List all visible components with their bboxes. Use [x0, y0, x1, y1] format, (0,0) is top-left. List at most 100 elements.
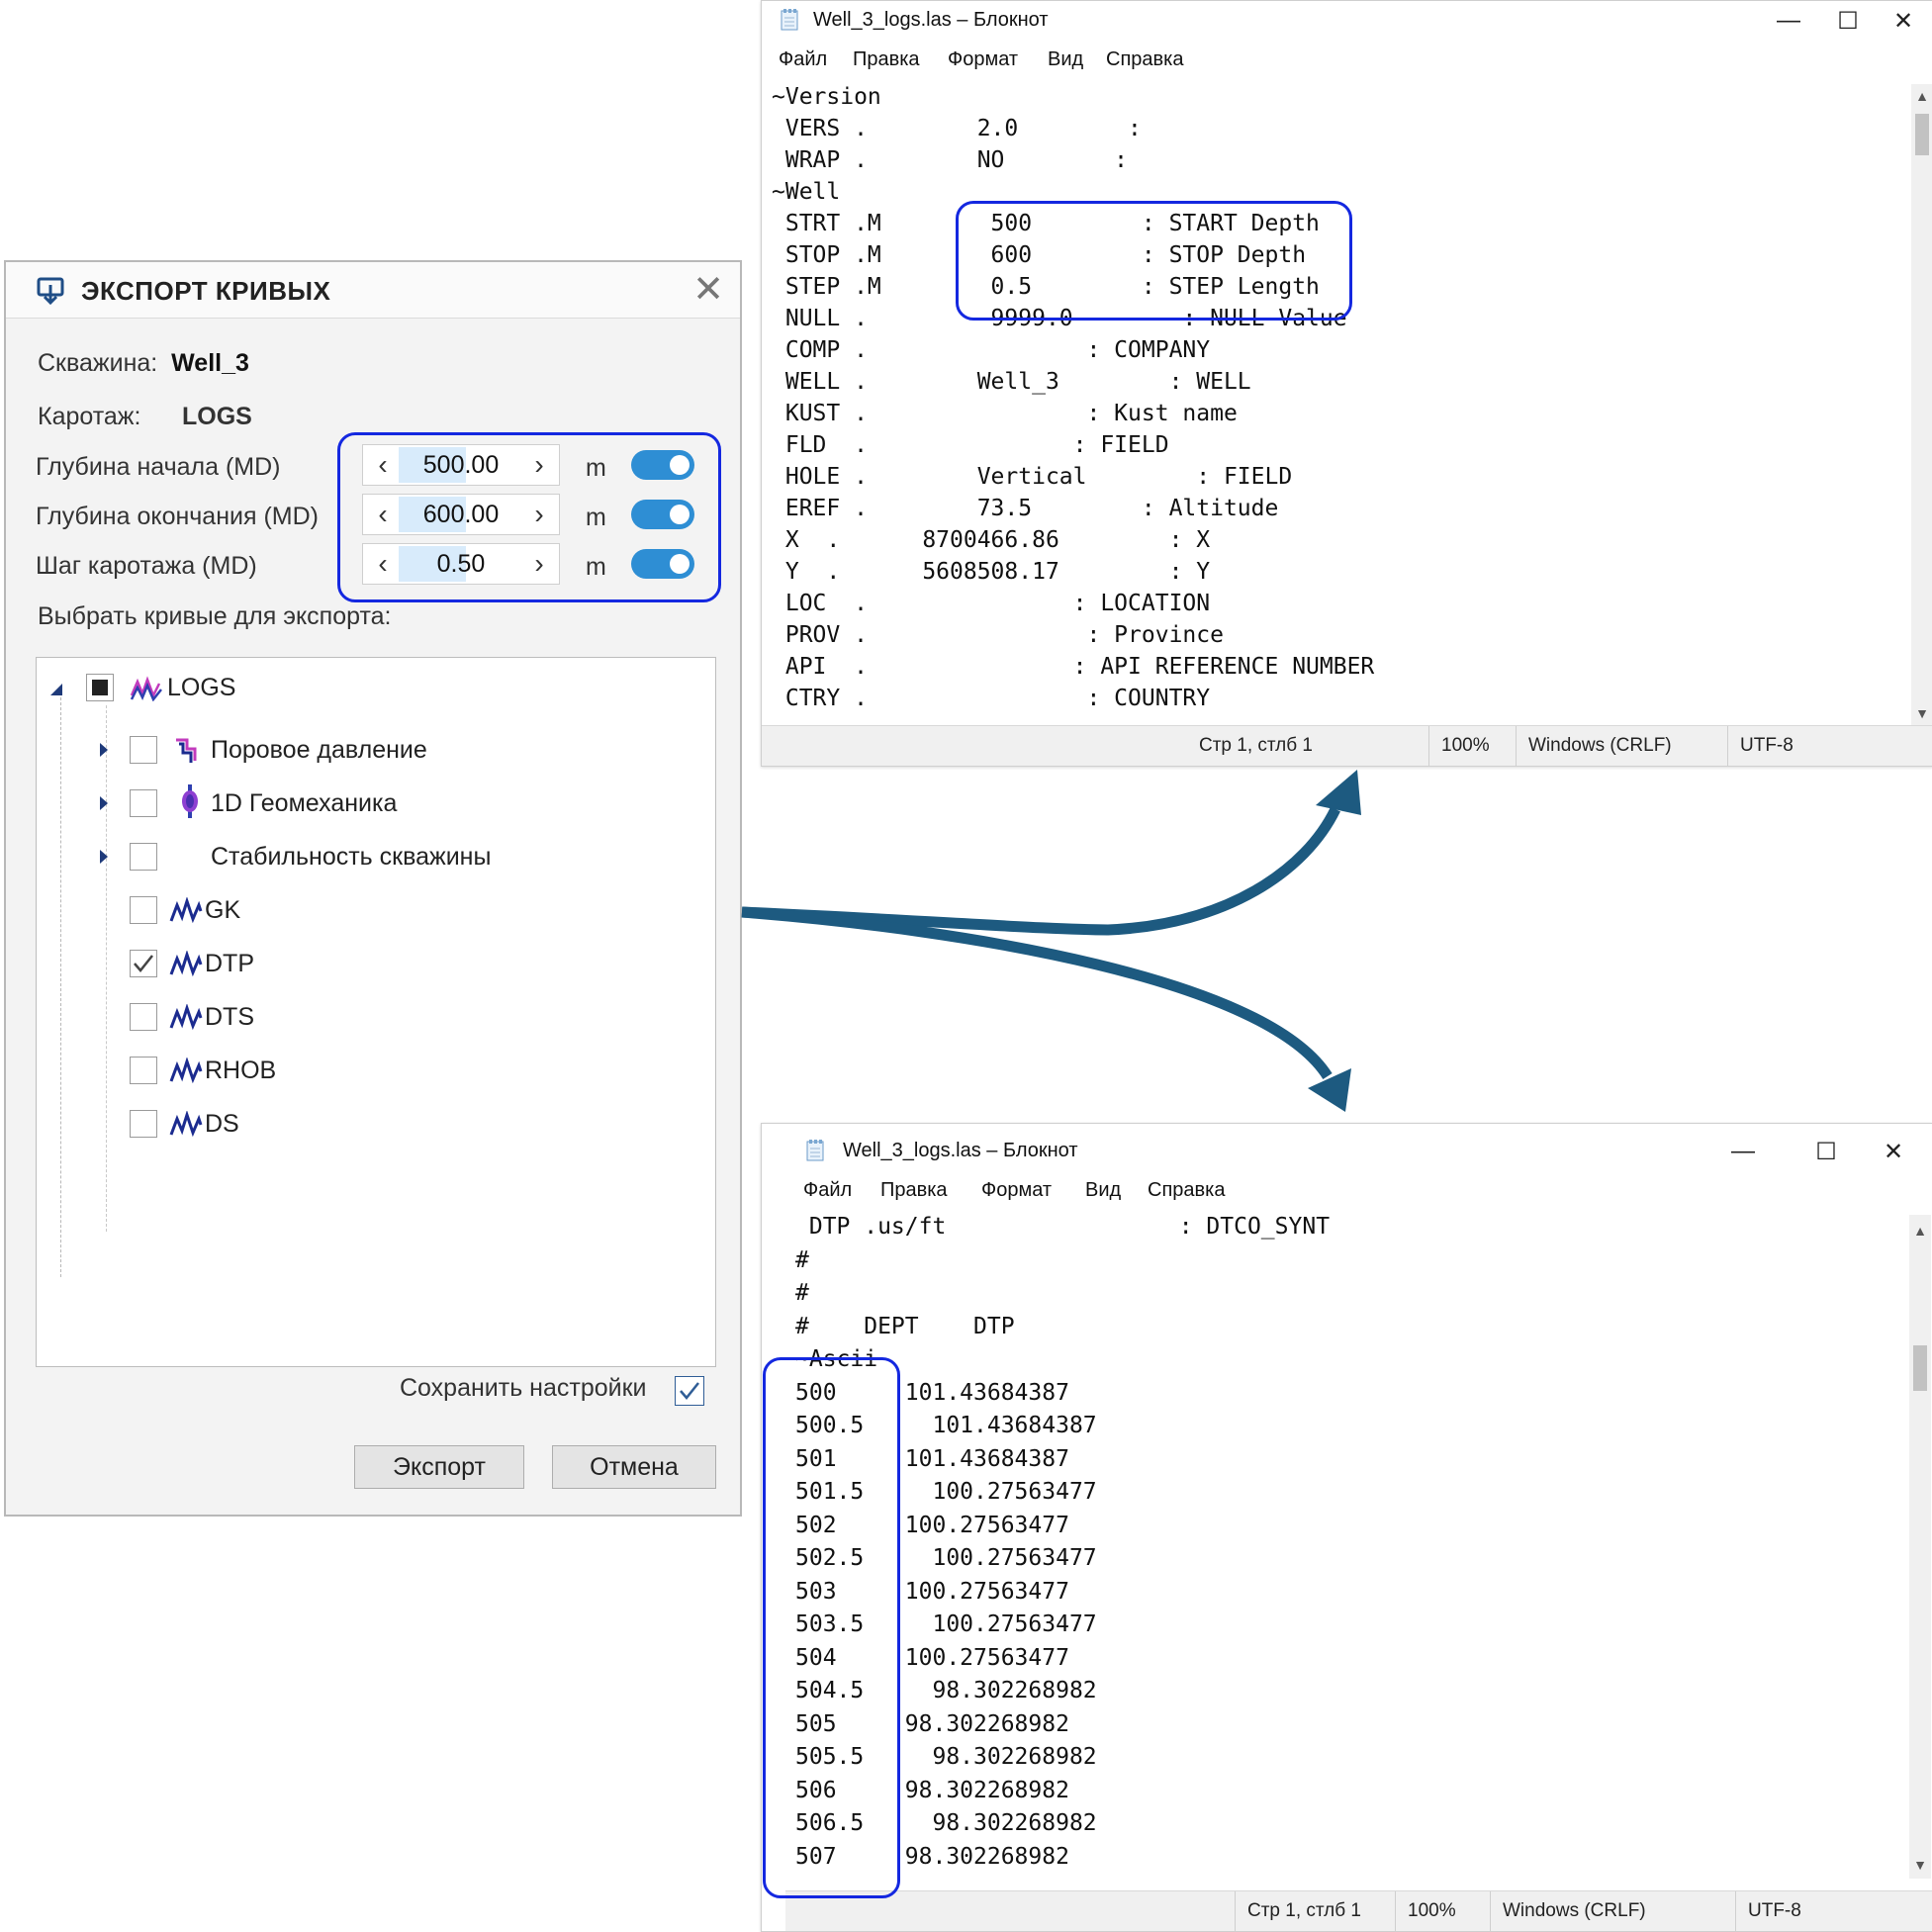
vertical-scrollbar[interactable]: ▲ ▼ [1911, 84, 1932, 725]
curve-icon [169, 897, 203, 923]
close-button[interactable]: ✕ [1874, 1, 1932, 41]
select-curves-label: Выбрать кривые для экспорта: [38, 602, 392, 630]
collapse-icon[interactable] [50, 684, 62, 695]
root-label[interactable]: LOGS [167, 674, 235, 702]
text-line: ~Well [772, 179, 841, 205]
scroll-thumb[interactable] [1915, 114, 1929, 155]
minimize-button[interactable]: — [1713, 1132, 1773, 1171]
expand-icon[interactable] [100, 796, 108, 810]
group-checkbox[interactable] [130, 789, 157, 817]
group-checkbox[interactable] [130, 843, 157, 871]
menu-format[interactable]: Формат [981, 1179, 1052, 1202]
arrow-head-top [1316, 770, 1361, 815]
window-title: Well_3_logs.las – Блокнот [813, 9, 1049, 31]
text-area[interactable]: ~Version VERS . 2.0 : WRAP . NO : ~Well S… [762, 80, 1911, 721]
well-value: Well_3 [171, 349, 249, 377]
logs-icon [130, 674, 163, 701]
text-line: CTRY . : COUNTRY [772, 686, 1211, 711]
status-eol: Windows (CRLF) [1490, 1891, 1646, 1931]
curve-label[interactable]: DTS [205, 1003, 254, 1032]
menu-view[interactable]: Вид [1085, 1179, 1121, 1202]
title-bar: Well_3_logs.las – Блокнот — ☐ ✕ [762, 1132, 1932, 1171]
group-checkbox[interactable] [130, 736, 157, 764]
curve-icon [169, 951, 203, 976]
status-position: Стр 1, стлб 1 [1199, 735, 1313, 756]
notepad-icon [805, 1139, 827, 1162]
text-line: COMP . : COMPANY [772, 337, 1211, 363]
las-depth-highlight [956, 201, 1352, 321]
text-line: WELL . Well_3 : WELL [772, 369, 1251, 395]
curves-tree: LOGS Поровое давление 1D Геомеханика Ста… [36, 657, 716, 1367]
menu-help[interactable]: Справка [1106, 48, 1183, 71]
geomechanics-icon [179, 784, 201, 818]
log-value: LOGS [182, 403, 252, 430]
curve-checkbox-gk[interactable] [130, 896, 157, 924]
status-eol: Windows (CRLF) [1516, 726, 1672, 766]
expand-icon[interactable] [100, 850, 108, 864]
expand-icon[interactable] [100, 743, 108, 757]
curve-label[interactable]: GK [205, 896, 240, 925]
dialog-title: ЭКСПОРТ КРИВЫХ [81, 276, 331, 306]
tree-guide-line [106, 705, 107, 1232]
dialog-close-icon[interactable]: ✕ [689, 270, 728, 310]
text-line: PROV . : Province [772, 622, 1224, 648]
text-line: WRAP . NO : [772, 147, 1129, 173]
status-bar: Стр 1, стлб 1 100% Windows (CRLF) UTF-8 [785, 1890, 1932, 1931]
scroll-up-icon[interactable]: ▲ [1909, 1223, 1931, 1239]
maximize-button[interactable]: ☐ [1818, 1, 1878, 41]
curve-label[interactable]: DTP [205, 950, 254, 978]
menu-view[interactable]: Вид [1048, 48, 1083, 71]
curve-checkbox-ds[interactable] [130, 1110, 157, 1138]
menu-file[interactable]: Файл [803, 1179, 852, 1202]
scroll-down-icon[interactable]: ▼ [1911, 705, 1932, 721]
text-line: API . : API REFERENCE NUMBER [772, 654, 1375, 680]
minimize-button[interactable]: — [1759, 1, 1818, 41]
curve-checkbox-dts[interactable] [130, 1003, 157, 1031]
menu-file[interactable]: Файл [779, 48, 827, 71]
pore-pressure-icon [173, 735, 203, 765]
curve-label[interactable]: DS [205, 1110, 239, 1139]
export-button[interactable]: Экспорт [354, 1445, 524, 1489]
end-depth-label: Глубина окончания (MD) [36, 503, 319, 530]
curve-checkbox-rhob[interactable] [130, 1057, 157, 1084]
arrow-to-bottom-notepad [741, 906, 1333, 1079]
well-label: Скважина: Well_3 [38, 349, 249, 377]
title-bar: Well_3_logs.las – Блокнот — ☐ ✕ [762, 1, 1932, 41]
text-line: # [795, 1246, 809, 1273]
curve-label[interactable]: RHOB [205, 1057, 276, 1085]
curve-checkbox-dtp[interactable] [130, 950, 157, 977]
maximize-button[interactable]: ☐ [1796, 1132, 1856, 1171]
text-line: ~Version [772, 84, 881, 110]
text-line: # [795, 1280, 809, 1306]
export-icon [36, 276, 65, 306]
notepad-window-bottom: Well_3_logs.las – Блокнот — ☐ ✕ Файл Пра… [761, 1123, 1932, 1932]
group-label[interactable]: Стабильность скважины [211, 843, 491, 872]
vertical-scrollbar[interactable]: ▲ ▼ [1909, 1215, 1931, 1879]
scroll-thumb[interactable] [1913, 1345, 1927, 1391]
status-bar: Стр 1, стлб 1 100% Windows (CRLF) UTF-8 [762, 725, 1932, 766]
text-area[interactable]: DTP .us/ft : DTCO_SYNT # # # DEPT DTP ~Ascii… [785, 1212, 1911, 1879]
save-settings-checkbox[interactable] [675, 1376, 704, 1406]
curve-icon [169, 1004, 203, 1030]
scroll-down-icon[interactable]: ▼ [1909, 1857, 1931, 1873]
tree-guide-line [60, 697, 61, 1277]
menu-format[interactable]: Формат [948, 48, 1018, 71]
step-label: Шаг каротажа (MD) [36, 552, 257, 580]
group-label[interactable]: 1D Геомеханика [211, 789, 397, 818]
text-line: KUST . : Kust name [772, 401, 1238, 426]
window-title: Well_3_logs.las – Блокнот [843, 1140, 1078, 1161]
menu-edit[interactable]: Правка [880, 1179, 948, 1202]
group-label[interactable]: Поровое давление [211, 736, 427, 765]
scroll-up-icon[interactable]: ▲ [1911, 88, 1932, 104]
text-line: EREF . 73.5 : Altitude [772, 496, 1279, 521]
text-line: # DEPT DTP [795, 1313, 1015, 1339]
root-checkbox[interactable] [86, 674, 114, 701]
curve-icon [169, 1058, 203, 1083]
close-button[interactable]: ✕ [1864, 1132, 1923, 1171]
arrow-to-top-notepad [741, 806, 1340, 936]
cancel-button[interactable]: Отмена [552, 1445, 716, 1489]
menu-help[interactable]: Справка [1148, 1179, 1225, 1202]
status-zoom: 100% [1395, 1891, 1456, 1931]
menu-edit[interactable]: Правка [853, 48, 920, 71]
text-line: DTP .us/ft : DTCO_SYNT [795, 1214, 1331, 1240]
